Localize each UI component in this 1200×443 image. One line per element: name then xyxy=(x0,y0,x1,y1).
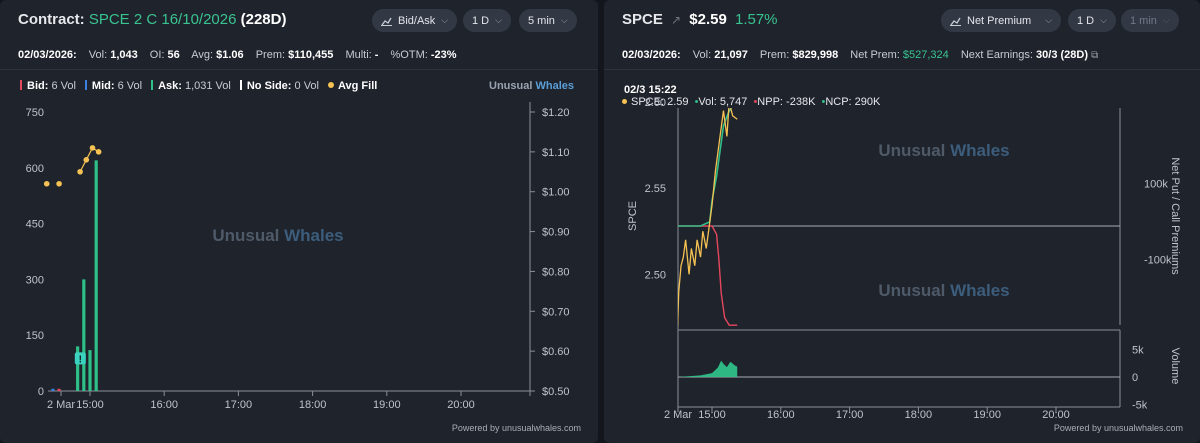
watermark: Unusual Whales xyxy=(878,141,1009,160)
premium-tick-label: 100k xyxy=(1144,178,1168,190)
powered-by[interactable]: Powered by unusualwhales.com xyxy=(1054,423,1183,433)
price-tick-label: 2.55 xyxy=(645,183,666,195)
x-tick-label: 19:00 xyxy=(973,409,1001,421)
y-right-tick-label: $1.00 xyxy=(542,187,570,199)
volume-tick-label: 0 xyxy=(1132,372,1138,384)
watermark: Unusual Whales xyxy=(878,281,1009,300)
y-left-tick-label: 600 xyxy=(26,163,44,175)
y-left-tick-label: 0 xyxy=(38,386,44,398)
premium-tick-label: -100k xyxy=(1144,255,1172,267)
x-tick-label: 19:00 xyxy=(373,399,401,411)
x-tick-label: 16:00 xyxy=(150,399,178,411)
x-tick-label: 15:00 xyxy=(76,399,104,411)
y-right-tick-label: $1.20 xyxy=(542,107,570,119)
premium-axis-label: Net Put / Call Premiums xyxy=(1169,157,1181,275)
y-left-tick-label: 450 xyxy=(26,219,44,231)
volume-bar xyxy=(82,279,86,391)
y-right-tick-label: $0.90 xyxy=(542,227,570,239)
volume-bar xyxy=(94,160,98,391)
volume-bar xyxy=(57,388,61,391)
stock-chart-panel: SPCE ↗ $2.59 1.57% Net Premium ⌵ 1 D ⌵ 1… xyxy=(604,0,1200,443)
x-tick-label: 17:00 xyxy=(225,399,253,411)
x-tick-label: 17:00 xyxy=(836,409,864,421)
avg-fill-point xyxy=(77,168,83,175)
y-right-tick-label: $0.80 xyxy=(542,266,570,278)
x-tick-label: 18:00 xyxy=(905,409,933,421)
x-tick-label: 20:00 xyxy=(1042,409,1070,421)
y-left-tick-label: 300 xyxy=(26,274,44,286)
volume-tick-label: -5k xyxy=(1132,399,1148,411)
y-left-tick-label: 150 xyxy=(26,330,44,342)
x-tick-label: 2 Mar xyxy=(47,399,75,411)
price-axis-label: SPCE xyxy=(627,201,639,231)
price-tick-label: 2.60 xyxy=(645,97,666,109)
x-tick-label: 18:00 xyxy=(299,399,327,411)
premium-chart[interactable]: 2.50 2.55 2.60 SPCE -100k 100k Net Put / Call … xyxy=(604,0,1200,443)
y-right-tick-label: $0.50 xyxy=(542,386,570,398)
x-tick-label: 20:00 xyxy=(447,399,475,411)
y-right-tick-label: $0.70 xyxy=(542,306,570,318)
avg-fill-point xyxy=(83,157,90,163)
contract-chart-panel: Contract: SPCE 2 C 16/10/2026 (228D) Bid… xyxy=(0,0,598,443)
avg-fill-point xyxy=(43,180,50,187)
volume-chart[interactable]: 0 150 300 450 600 750 $0.50 $0.60 $0.70 $0.80 $0.9… xyxy=(0,0,598,443)
volume-tick-label: 5k xyxy=(1132,345,1144,357)
avg-fill-point xyxy=(95,149,102,155)
volume-area xyxy=(677,360,738,377)
volume-bar xyxy=(51,388,55,391)
x-tick-label: 16:00 xyxy=(767,409,795,421)
watermark: Unusual Whales xyxy=(212,226,343,245)
spce-price-line xyxy=(678,108,738,326)
y-right-tick-label: $1.10 xyxy=(542,147,570,159)
powered-by[interactable]: Powered by unusualwhales.com xyxy=(452,423,581,433)
alert-marker-label: ! xyxy=(79,354,82,365)
avg-fill-point xyxy=(89,145,96,151)
x-tick-label: 2 Mar xyxy=(664,409,692,421)
avg-fill-point xyxy=(56,180,62,187)
y-left-tick-label: 750 xyxy=(26,107,44,119)
y-right-tick-label: $0.60 xyxy=(542,346,570,358)
x-tick-label: 15:00 xyxy=(698,409,726,421)
volume-axis-label: Volume xyxy=(1169,348,1181,385)
volume-bar xyxy=(88,350,92,391)
price-tick-label: 2.50 xyxy=(645,269,666,281)
